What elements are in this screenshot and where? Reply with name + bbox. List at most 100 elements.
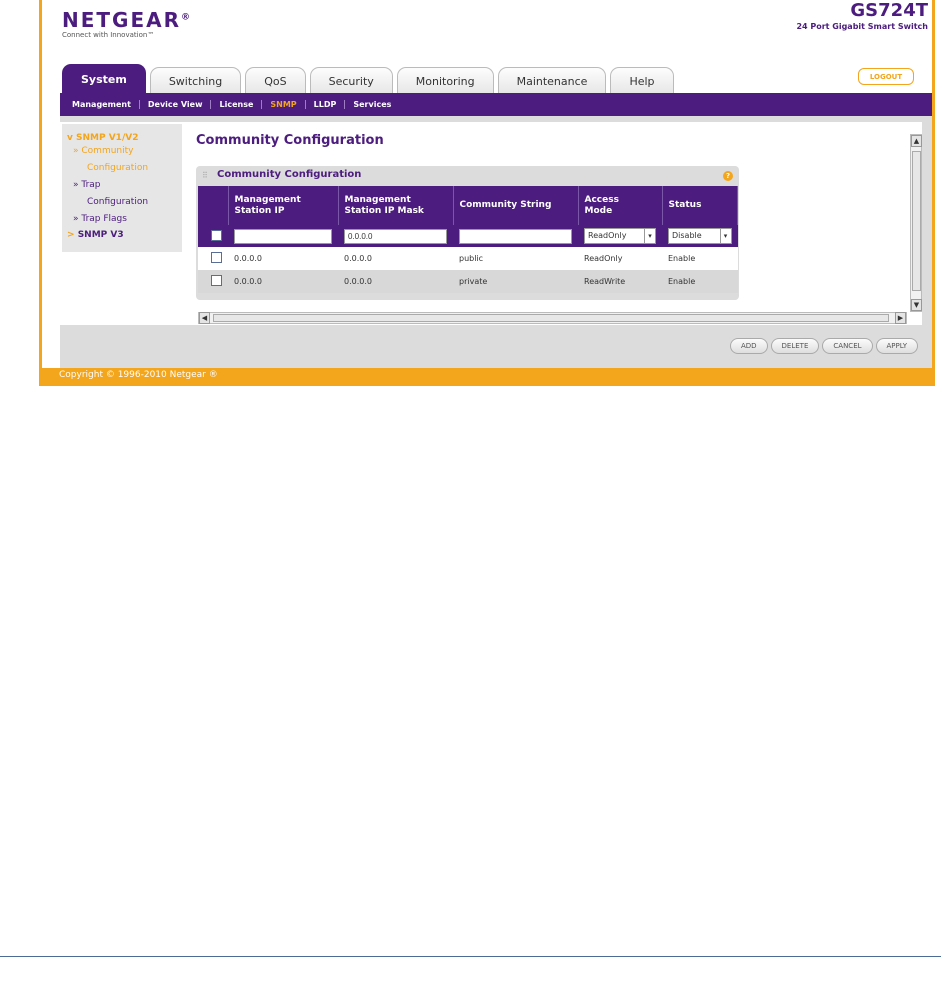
main-tabs: System Switching QoS Security Monitoring… bbox=[62, 64, 678, 94]
sidebar-item-label: Trap bbox=[81, 180, 101, 190]
edit-row-status-cell: Disable ▾ bbox=[662, 225, 738, 247]
edit-row: ReadOnly ▾ Disable ▾ bbox=[198, 225, 738, 247]
sidebar-group-label: SNMP V1/V2 bbox=[76, 133, 139, 143]
subnav-snmp[interactable]: SNMP bbox=[262, 100, 306, 109]
subnav-lldp[interactable]: LLDP bbox=[306, 100, 346, 109]
delete-button[interactable]: DELETE bbox=[770, 338, 820, 354]
sidebar: v SNMP V1/V2 » Community Configuration »… bbox=[62, 124, 182, 252]
tab-switching[interactable]: Switching bbox=[149, 67, 242, 94]
tab-qos[interactable]: QoS bbox=[245, 67, 306, 94]
community-string-input[interactable] bbox=[459, 228, 572, 244]
cell-community: private bbox=[453, 270, 578, 293]
subnav-device-view[interactable]: Device View bbox=[140, 100, 212, 109]
subnav-license[interactable]: License bbox=[211, 100, 263, 109]
cell-status: Enable bbox=[662, 247, 738, 270]
help-icon[interactable]: ? bbox=[723, 171, 733, 181]
body-area: v SNMP V1/V2 » Community Configuration »… bbox=[60, 116, 932, 368]
copyright: Copyright © 1996-2010 Netgear ® bbox=[59, 370, 218, 380]
management-station-ip-input[interactable] bbox=[234, 228, 332, 244]
model-name: GS724T bbox=[850, 0, 928, 21]
sidebar-item-trap-flags[interactable]: » Trap Flags bbox=[67, 211, 177, 228]
chevron-down-icon: ▾ bbox=[644, 229, 655, 243]
apply-button[interactable]: APPLY bbox=[875, 338, 918, 354]
edit-row-checkbox[interactable] bbox=[211, 229, 222, 241]
header-status: Status bbox=[662, 186, 738, 225]
chevron-down-icon: v bbox=[67, 133, 73, 143]
horizontal-scrollbar[interactable]: ◀ ▶ bbox=[198, 312, 907, 324]
tab-system[interactable]: System bbox=[62, 64, 146, 94]
sidebar-group-snmp-v1-v2[interactable]: v SNMP V1/V2 bbox=[67, 133, 177, 143]
edit-row-access-cell: ReadOnly ▾ bbox=[578, 225, 662, 247]
cell-community: public bbox=[453, 247, 578, 270]
header-line: Community String bbox=[459, 200, 552, 210]
community-table: Management Station IP Management Station I… bbox=[198, 186, 738, 293]
app-window: NETGEAR® Connect with Innovation™ GS724T… bbox=[42, 0, 932, 368]
edit-row-mask-cell bbox=[338, 225, 453, 247]
cell-mask: 0.0.0.0 bbox=[338, 270, 453, 293]
chevron-down-icon: ▾ bbox=[719, 229, 731, 243]
cancel-button[interactable]: CANCEL bbox=[822, 338, 873, 354]
tab-maintenance[interactable]: Maintenance bbox=[497, 67, 607, 94]
management-station-ip-mask-input[interactable] bbox=[344, 228, 447, 244]
logout-button[interactable]: LOGOUT bbox=[858, 68, 914, 85]
subnav-services[interactable]: Services bbox=[345, 100, 399, 109]
scroll-down-icon[interactable]: ▼ bbox=[911, 299, 922, 311]
header-line: Access bbox=[584, 194, 619, 205]
content-pane: v SNMP V1/V2 » Community Configuration »… bbox=[60, 122, 922, 325]
header-line: Mode bbox=[584, 205, 613, 216]
status-value: Disable bbox=[672, 231, 702, 240]
status-select[interactable]: Disable ▾ bbox=[668, 228, 732, 244]
model-description: 24 Port Gigabit Smart Switch bbox=[796, 22, 928, 31]
sidebar-group-snmp-v3[interactable]: > SNMP V3 bbox=[67, 230, 177, 240]
cell-mask: 0.0.0.0 bbox=[338, 247, 453, 270]
app-frame: NETGEAR® Connect with Innovation™ GS724T… bbox=[39, 0, 935, 386]
panel-title: Community Configuration bbox=[217, 169, 362, 180]
page-divider bbox=[0, 956, 941, 957]
scroll-right-icon[interactable]: ▶ bbox=[895, 312, 906, 324]
horizontal-scroll-thumb[interactable] bbox=[213, 314, 889, 322]
add-button[interactable]: ADD bbox=[729, 338, 768, 354]
cell-ip: 0.0.0.0 bbox=[228, 247, 338, 270]
edit-row-select-cell bbox=[198, 225, 228, 247]
select-all-header bbox=[198, 186, 229, 225]
edit-row-ip-cell bbox=[228, 225, 338, 247]
sidebar-item-community-configuration[interactable]: » Community Configuration bbox=[67, 143, 177, 177]
tab-help[interactable]: Help bbox=[610, 67, 674, 94]
subnav-management[interactable]: Management bbox=[64, 100, 140, 109]
sidebar-item-label-line2: Configuration bbox=[87, 197, 149, 207]
tab-security[interactable]: Security bbox=[309, 67, 393, 94]
row-checkbox[interactable] bbox=[211, 275, 222, 286]
table-header-row: Management Station IP Management Station I… bbox=[198, 186, 738, 225]
vertical-scrollbar[interactable]: ▲ ▼ bbox=[910, 134, 922, 312]
community-config-panel: ⠿ Community Configuration ? Management St… bbox=[196, 166, 739, 300]
vertical-scroll-thumb[interactable] bbox=[912, 151, 921, 291]
cell-access: ReadOnly bbox=[578, 247, 662, 270]
chevron-right-icon: > bbox=[67, 230, 75, 240]
sidebar-item-label: Trap Flags bbox=[81, 214, 127, 224]
table-row: 0.0.0.0 0.0.0.0 private ReadWrite Enable bbox=[198, 270, 738, 293]
access-mode-select[interactable]: ReadOnly ▾ bbox=[584, 228, 656, 244]
header-management-station-ip: Management Station IP bbox=[228, 186, 339, 225]
header-line: Station IP bbox=[234, 205, 285, 216]
cell-access: ReadWrite bbox=[578, 270, 662, 293]
netgear-logo: NETGEAR® bbox=[62, 8, 190, 32]
sidebar-item-trap-configuration[interactable]: » Trap Configuration bbox=[67, 177, 177, 211]
header-community-string: Community String bbox=[453, 186, 579, 225]
page-title: Community Configuration bbox=[196, 133, 384, 148]
header-line: Management bbox=[344, 194, 411, 205]
row-select-cell bbox=[198, 247, 228, 270]
scroll-up-icon[interactable]: ▲ bbox=[911, 135, 922, 147]
sidebar-item-label: Community bbox=[81, 146, 134, 156]
sub-navigation: Management Device View License SNMP LLDP… bbox=[60, 93, 932, 116]
tab-monitoring[interactable]: Monitoring bbox=[396, 67, 494, 94]
header-line: Station IP Mask bbox=[344, 205, 424, 216]
logo-text: NETGEAR bbox=[62, 8, 181, 32]
tagline: Connect with Innovation™ bbox=[62, 31, 155, 39]
row-checkbox[interactable] bbox=[211, 252, 222, 263]
header-access-mode: Access Mode bbox=[578, 186, 663, 225]
scroll-left-icon[interactable]: ◀ bbox=[199, 312, 210, 324]
access-mode-value: ReadOnly bbox=[588, 231, 627, 240]
header-line: Status bbox=[668, 200, 702, 210]
row-select-cell bbox=[198, 270, 228, 293]
header-management-station-ip-mask: Management Station IP Mask bbox=[338, 186, 454, 225]
